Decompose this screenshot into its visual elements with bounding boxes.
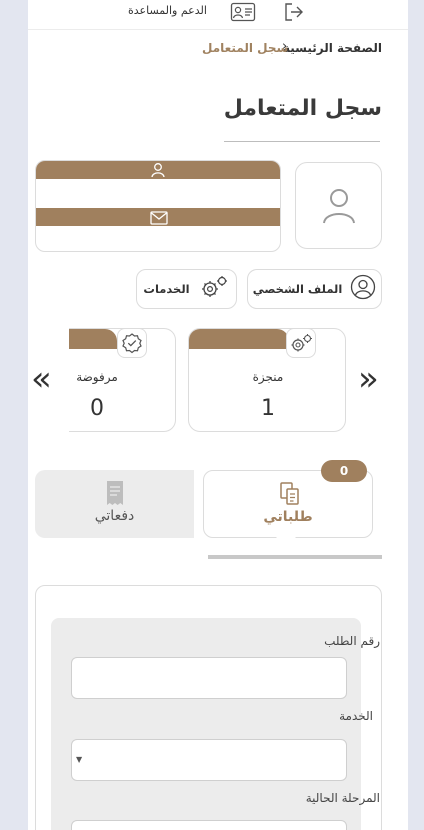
profile-info-card bbox=[35, 160, 281, 252]
avatar bbox=[295, 162, 382, 249]
avatar-icon bbox=[322, 187, 356, 229]
stat-value-completed: 1 bbox=[261, 396, 275, 421]
tab-payments[interactable]: دفعاتي bbox=[35, 470, 194, 538]
stat-icon-box-completed bbox=[286, 328, 316, 358]
name-strip bbox=[36, 161, 280, 182]
gears-icon bbox=[198, 274, 230, 304]
requests-count-badge: 0 bbox=[321, 460, 367, 482]
stat-strip bbox=[69, 329, 117, 349]
profile-email bbox=[36, 227, 280, 247]
services-button[interactable]: الخدمات bbox=[136, 269, 237, 309]
gears-icon bbox=[291, 334, 312, 352]
next-arrow-button[interactable]: » bbox=[358, 362, 379, 396]
prev-arrow-button[interactable]: « bbox=[31, 362, 52, 396]
page-title: سجل المتعامل bbox=[223, 96, 382, 121]
email-strip bbox=[36, 208, 280, 226]
help-support-link[interactable]: الدعم والمساعدة bbox=[128, 4, 207, 17]
sign-out-icon[interactable] bbox=[283, 2, 305, 22]
top-bar: الدعم والمساعدة bbox=[28, 0, 408, 30]
stat-strip bbox=[189, 329, 289, 349]
profile-button[interactable]: الملف الشخصي bbox=[247, 269, 382, 309]
tab-underline bbox=[208, 555, 382, 559]
user-circle-icon bbox=[350, 274, 376, 304]
user-icon bbox=[150, 162, 166, 182]
service-select[interactable]: ▼ bbox=[71, 739, 347, 781]
tab-requests-label: طلباتي bbox=[263, 509, 313, 525]
current-stage-select[interactable] bbox=[71, 820, 347, 830]
tab-payments-label: دفعاتي bbox=[94, 508, 135, 524]
profile-button-label: الملف الشخصي bbox=[252, 282, 343, 296]
request-number-label: رقم الطلب bbox=[324, 634, 380, 648]
stat-icon-box-rejected bbox=[117, 328, 147, 358]
stat-card-completed[interactable]: منجزة 1 bbox=[188, 328, 346, 432]
current-stage-label: المرحلة الحالية bbox=[305, 791, 380, 805]
breadcrumb-home[interactable]: الصفحة الرئيسية bbox=[283, 41, 382, 55]
stat-label-completed: منجزة bbox=[252, 370, 284, 384]
stat-value-rejected: 0 bbox=[90, 396, 104, 421]
page: الدعم والمساعدة الصفحة الرئيسية › سجل ال… bbox=[28, 0, 408, 830]
id-card-icon[interactable] bbox=[230, 2, 256, 22]
tab-pointer bbox=[276, 537, 296, 547]
request-number-input[interactable] bbox=[71, 657, 347, 699]
title-divider bbox=[224, 141, 380, 142]
documents-icon bbox=[279, 481, 301, 511]
select-caret-icon: ▼ bbox=[76, 755, 83, 764]
stat-label-rejected: مرفوضة bbox=[76, 370, 118, 384]
profile-name bbox=[36, 181, 280, 207]
service-label: الخدمة bbox=[339, 709, 373, 723]
services-button-label: الخدمات bbox=[143, 282, 190, 296]
check-badge-icon bbox=[122, 333, 142, 354]
receipt-icon bbox=[105, 480, 125, 510]
breadcrumb-current: سجل المتعامل bbox=[202, 41, 289, 55]
